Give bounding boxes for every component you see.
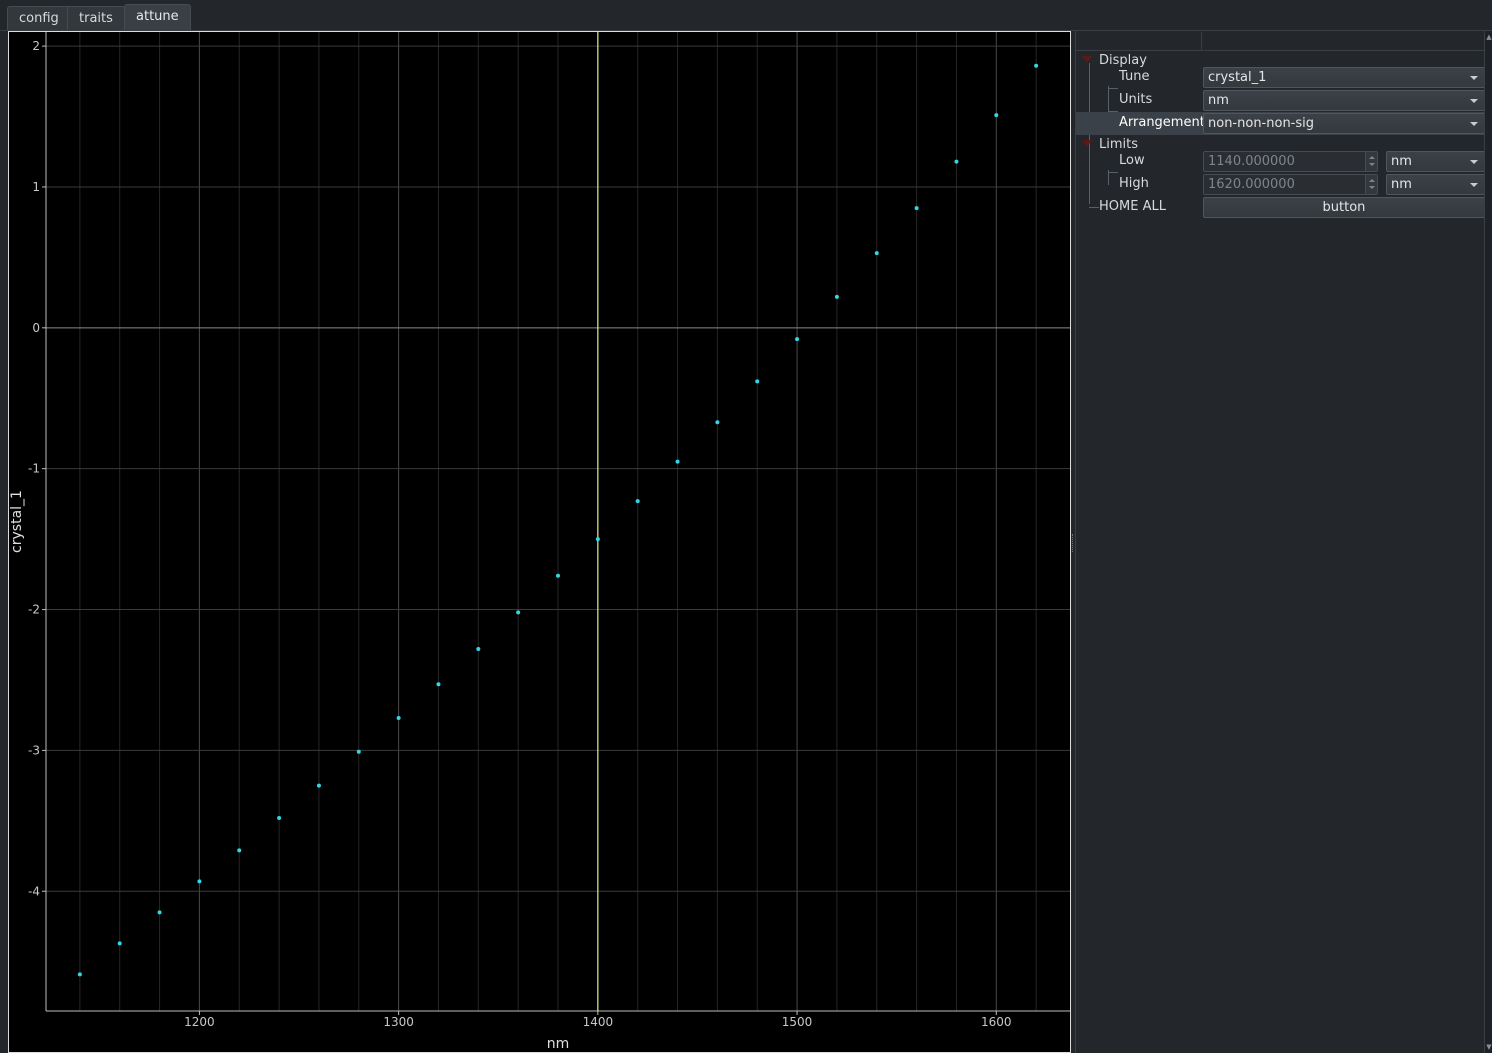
param-tune-label: Tune (1119, 69, 1150, 84)
data-point[interactable] (356, 749, 361, 754)
home-all-button-label: button (1322, 200, 1366, 215)
x-tick-label: 1500 (782, 1015, 813, 1029)
x-tick-label: 1600 (981, 1015, 1012, 1029)
parameter-panel: Display Tune crystal_1 Units nm Arrangem… (1075, 31, 1492, 1053)
tab-config[interactable]: config (7, 6, 71, 30)
data-point[interactable] (556, 573, 560, 578)
y-tick-label: 2 (32, 39, 40, 53)
x-axis-label: nm (547, 1036, 570, 1052)
panel-scrollbar[interactable]: ▲ ▼ (1484, 31, 1492, 1053)
data-point[interactable] (436, 682, 441, 687)
plot-frame[interactable]: 1200 1300 1400 1500 1600 -4 -3 -2 -1 0 1 2 nm crystal… (8, 31, 1071, 1053)
data-point[interactable] (277, 816, 282, 821)
data-point[interactable] (755, 379, 760, 384)
param-low: Low 1140.000000 nm (1076, 150, 1486, 173)
splitter-grip-icon[interactable] (1072, 534, 1074, 552)
param-arrangement: Arrangement non-non-non-sig (1076, 112, 1486, 135)
high-unit-value: nm (1391, 177, 1412, 192)
y-axis-label: crystal_1 (9, 490, 25, 553)
home-all-button[interactable]: button (1203, 197, 1485, 218)
tab-traits-label: traits (79, 11, 113, 26)
low-limit-spinbox[interactable]: 1140.000000 (1203, 151, 1378, 172)
spin-arrows-icon[interactable] (1365, 175, 1377, 194)
tab-attune[interactable]: attune (124, 4, 191, 30)
collapse-triangle-icon[interactable] (1082, 140, 1092, 147)
data-point[interactable] (874, 251, 879, 256)
y-tick-label: -1 (28, 462, 40, 476)
data-point[interactable] (834, 294, 839, 299)
param-units: Units nm (1076, 89, 1486, 112)
tune-select[interactable]: crystal_1 (1203, 67, 1485, 88)
low-unit-select[interactable]: nm (1386, 151, 1485, 172)
scroll-down-icon[interactable]: ▼ (1486, 1043, 1492, 1051)
data-point[interactable] (675, 459, 680, 464)
chevron-down-icon (1470, 160, 1478, 164)
data-point[interactable] (516, 610, 521, 615)
data-point[interactable] (635, 499, 640, 504)
x-tick-label: 1200 (184, 1015, 215, 1029)
y-tick-label: -4 (28, 884, 40, 898)
collapse-triangle-icon[interactable] (1082, 56, 1092, 63)
chevron-down-icon (1470, 76, 1478, 80)
home-all-label: HOME ALL (1099, 199, 1166, 214)
data-point[interactable] (476, 646, 481, 651)
arrangement-select[interactable]: non-non-non-sig (1203, 113, 1485, 134)
scroll-up-icon[interactable]: ▲ (1486, 33, 1492, 41)
data-point[interactable] (715, 420, 720, 425)
y-tick-label: 1 (32, 180, 40, 194)
data-point[interactable] (316, 783, 321, 788)
y-tick-label: 0 (32, 321, 40, 335)
y-tick-label: -3 (28, 743, 40, 757)
low-limit-value: 1140.000000 (1208, 154, 1295, 169)
data-point[interactable] (1034, 63, 1039, 68)
scatter-plot[interactable]: 1200 1300 1400 1500 1600 -4 -3 -2 -1 0 1 2 nm crystal… (9, 32, 1070, 1052)
param-low-label: Low (1119, 153, 1145, 168)
x-tick-label: 1300 (383, 1015, 414, 1029)
data-point[interactable] (77, 972, 82, 977)
tab-config-label: config (19, 11, 59, 26)
arrangement-select-value: non-non-non-sig (1208, 116, 1315, 131)
chevron-down-icon (1470, 99, 1478, 103)
param-high-label: High (1119, 176, 1149, 191)
tab-bar: config traits attune (0, 0, 1492, 31)
low-unit-value: nm (1391, 154, 1412, 169)
data-point[interactable] (396, 716, 401, 721)
param-high: High 1620.000000 nm (1076, 173, 1486, 196)
x-tick-label: 1400 (583, 1015, 614, 1029)
units-select-value: nm (1208, 93, 1229, 108)
tab-traits[interactable]: traits (67, 6, 125, 30)
param-tune: Tune crystal_1 (1076, 66, 1486, 89)
data-point[interactable] (914, 206, 919, 211)
data-point[interactable] (197, 879, 202, 884)
y-tick-label: -2 (28, 603, 40, 617)
data-point[interactable] (994, 113, 999, 118)
panel-header (1076, 32, 1486, 51)
chevron-down-icon (1470, 183, 1478, 187)
high-unit-select[interactable]: nm (1386, 174, 1485, 195)
tab-attune-label: attune (136, 9, 179, 24)
high-limit-spinbox[interactable]: 1620.000000 (1203, 174, 1378, 195)
data-point[interactable] (237, 848, 242, 853)
param-home-all: HOME ALL button (1076, 196, 1486, 219)
data-point[interactable] (595, 537, 600, 542)
data-point[interactable] (117, 941, 122, 946)
param-arrangement-label: Arrangement (1119, 115, 1205, 130)
data-point[interactable] (795, 337, 800, 342)
units-select[interactable]: nm (1203, 90, 1485, 111)
spin-arrows-icon[interactable] (1365, 152, 1377, 171)
data-point[interactable] (954, 159, 959, 164)
param-units-label: Units (1119, 92, 1153, 107)
chevron-down-icon (1470, 122, 1478, 126)
high-limit-value: 1620.000000 (1208, 177, 1295, 192)
tune-select-value: crystal_1 (1208, 70, 1267, 85)
data-point[interactable] (157, 910, 162, 915)
